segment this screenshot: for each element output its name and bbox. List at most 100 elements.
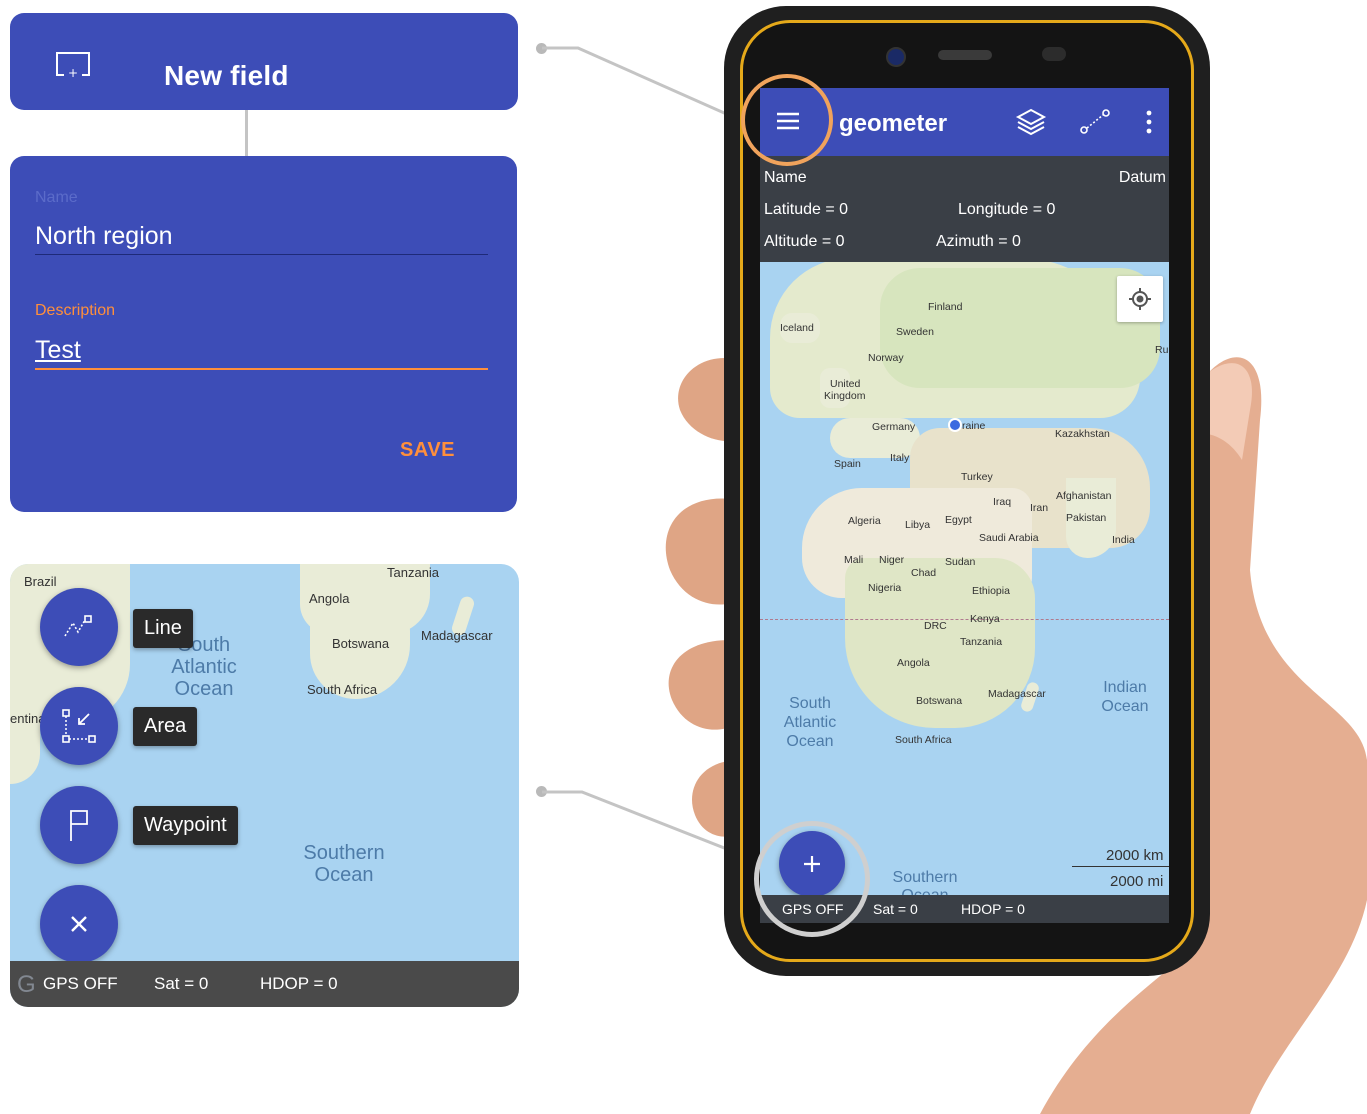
ocean-label-line: Southern xyxy=(303,842,385,864)
location-dot xyxy=(948,418,962,432)
map-label: Afghanistan xyxy=(1056,490,1112,502)
ocean-label-line: Atlantic xyxy=(171,656,237,678)
map-label: Tanzania xyxy=(387,565,440,580)
close-fab-button[interactable] xyxy=(40,885,118,963)
map-label: Kenya xyxy=(970,613,1000,625)
crosshair-icon xyxy=(1129,288,1151,310)
altitude-value: Altitude = 0 xyxy=(764,233,845,250)
svg-text:+: + xyxy=(68,66,78,78)
map-label: Niger xyxy=(879,554,905,566)
sensor xyxy=(1042,47,1066,61)
map-label: Italy xyxy=(890,452,910,464)
sat-count: Sat = 0 xyxy=(873,901,918,917)
map-label: Botswana xyxy=(332,636,390,651)
gps-status-bar: G GPS OFF Sat = 0 HDOP = 0 xyxy=(10,961,519,1007)
layers-button[interactable] xyxy=(1015,106,1047,138)
name-underline xyxy=(35,254,488,255)
name-input[interactable]: North region xyxy=(35,222,173,251)
add-field-icon: + xyxy=(54,50,92,80)
map-label: Mali xyxy=(844,554,864,566)
area-fab-button[interactable] xyxy=(40,687,118,765)
area-icon xyxy=(62,709,96,743)
map-label: Nigeria xyxy=(868,582,902,594)
map-label: Germany xyxy=(872,421,916,433)
line-fab-button[interactable] xyxy=(40,588,118,666)
map-label: Madagascar xyxy=(988,688,1046,700)
measure-button[interactable] xyxy=(1078,106,1112,138)
datum-field: Datum xyxy=(1118,169,1166,186)
scale-km: 2000 km xyxy=(1106,847,1164,864)
map-label: Pakistan xyxy=(1066,512,1107,524)
map-label: United xyxy=(830,378,861,390)
ocean-label-line: Ocean xyxy=(1101,698,1149,715)
name-label: Name xyxy=(35,189,78,206)
map-label: Iraq xyxy=(993,496,1012,508)
name-field: Name xyxy=(764,169,807,186)
map-label: Brazil xyxy=(24,574,57,589)
hdop-value: HDOP = 0 xyxy=(260,974,338,993)
phone-screen: Finland Iceland Sweden Norway Ru United … xyxy=(760,88,1169,923)
map-label: Chad xyxy=(911,567,937,579)
map-label: India xyxy=(1112,534,1135,546)
my-location-button[interactable] xyxy=(1117,276,1163,322)
new-field-title: New field xyxy=(164,60,289,91)
map-label: Tanzania xyxy=(960,636,1003,648)
map-label: Finland xyxy=(928,301,963,313)
save-button[interactable]: SAVE xyxy=(400,439,455,462)
overflow-menu-button[interactable] xyxy=(1144,110,1154,134)
coordinates-panel: Name Datum Latitude = 0 Longitude = 0 Al… xyxy=(760,156,1169,262)
more-vert-icon xyxy=(1146,110,1152,134)
map-label: Kingdom xyxy=(824,390,866,402)
map-label: Ethiopia xyxy=(972,585,1010,597)
new-field-header: + New field xyxy=(10,13,518,110)
waypoint-flag-icon xyxy=(70,810,88,841)
front-camera xyxy=(886,47,906,67)
field-form: Name North region Description Test SAVE xyxy=(10,156,517,512)
line-tooltip[interactable]: Line xyxy=(133,609,193,648)
speaker-grille xyxy=(938,50,992,60)
google-logo: G xyxy=(17,971,36,998)
map-label: Norway xyxy=(868,352,904,364)
ocean-label-line: Indian xyxy=(1103,679,1147,696)
scale-mi: 2000 mi xyxy=(1110,873,1164,890)
description-underline xyxy=(35,368,488,370)
map-label: Angola xyxy=(897,657,930,669)
map-label: Angola xyxy=(309,591,350,606)
map-label: Kazakhstan xyxy=(1055,428,1110,440)
azimuth-value: Azimuth = 0 xyxy=(936,233,1021,250)
map-label: raine xyxy=(962,420,986,432)
sat-count: Sat = 0 xyxy=(154,974,209,993)
line-icon xyxy=(64,615,92,637)
description-input[interactable]: Test xyxy=(35,336,81,365)
ocean-label: Southern Ocean xyxy=(300,842,388,886)
map-label: Algeria xyxy=(848,515,881,527)
map-label: Madagascar xyxy=(421,628,493,643)
waypoint-fab-button[interactable] xyxy=(40,786,118,864)
measure-points-icon xyxy=(1080,109,1110,134)
ocean-label-line: Atlantic xyxy=(783,714,837,731)
map-label: Saudi Arabia xyxy=(979,532,1039,544)
ocean-label-line: Southern xyxy=(892,869,958,886)
map-label: Botswana xyxy=(916,695,963,707)
area-tooltip[interactable]: Area xyxy=(133,707,198,746)
map-label: Iceland xyxy=(780,322,814,334)
map-label: Sweden xyxy=(896,326,934,338)
ocean-label-line: South xyxy=(789,695,831,712)
hdop-value: HDOP = 0 xyxy=(961,901,1025,917)
fab-highlight-ring xyxy=(754,821,870,937)
description-label: Description xyxy=(35,302,116,319)
map-label: Turkey xyxy=(961,471,993,483)
map-label: Iran xyxy=(1030,502,1049,514)
map-label: Ru xyxy=(1155,344,1169,356)
map-label: Egypt xyxy=(945,514,972,526)
ocean-label-line: Ocean xyxy=(174,678,234,700)
gps-status: GPS OFF xyxy=(43,974,118,993)
map-label: Libya xyxy=(905,519,931,531)
layers-icon xyxy=(1015,108,1047,136)
menu-highlight-ring xyxy=(741,74,833,166)
close-icon xyxy=(71,916,87,932)
waypoint-tooltip[interactable]: Waypoint xyxy=(133,806,238,845)
map-label: South Africa xyxy=(307,682,378,697)
map-label: DRC xyxy=(924,620,947,632)
map-label: Spain xyxy=(834,458,861,470)
